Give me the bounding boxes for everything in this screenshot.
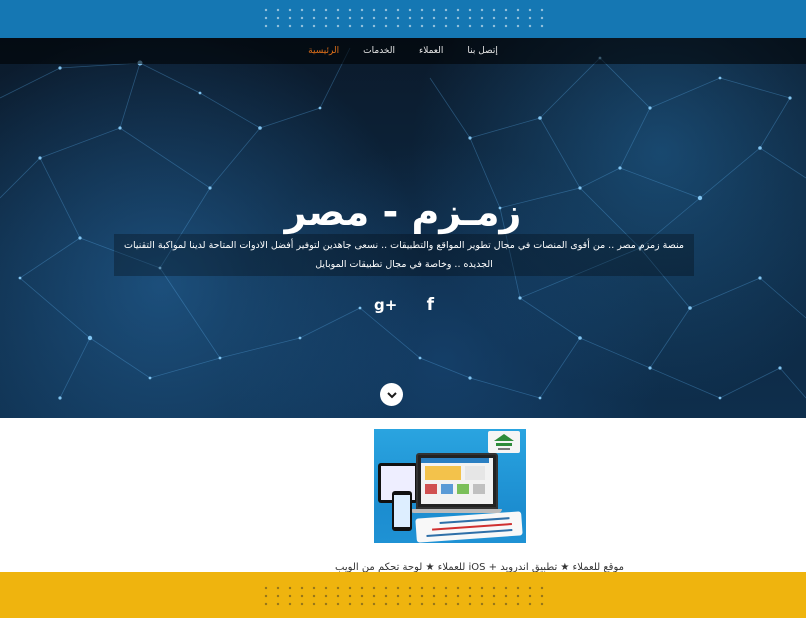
google-plus-icon[interactable]: g+ <box>374 296 397 314</box>
facebook-icon[interactable]: f <box>427 295 434 315</box>
laptop-base <box>410 509 502 513</box>
dot-pattern <box>260 584 550 608</box>
brand-logo <box>488 431 520 453</box>
promo-banner <box>415 511 523 543</box>
hero-title: زمـزم - مصر <box>284 190 522 234</box>
chevron-down-icon <box>386 391 397 398</box>
phone-mockup <box>392 491 412 531</box>
dot-pattern <box>260 6 550 30</box>
scroll-down-button[interactable] <box>380 383 403 406</box>
nav-item-home[interactable]: الرئيسية <box>308 46 339 56</box>
bottom-banner <box>0 572 806 618</box>
hero-section: إتصل بنا العملاء الخدمات الرئيسية زمـزم … <box>0 38 806 418</box>
nav-item-contact[interactable]: إتصل بنا <box>467 46 497 56</box>
social-links: g+ f <box>374 294 434 316</box>
top-banner <box>0 0 806 38</box>
product-image <box>374 429 526 543</box>
main-navbar: إتصل بنا العملاء الخدمات الرئيسية <box>0 38 806 64</box>
laptop-mockup <box>416 453 498 509</box>
nav-item-services[interactable]: الخدمات <box>363 46 395 56</box>
nav-item-clients[interactable]: العملاء <box>419 46 443 56</box>
hero-description: منصة زمزم مصر .. من أقوى المنصات في مجال… <box>114 234 694 276</box>
